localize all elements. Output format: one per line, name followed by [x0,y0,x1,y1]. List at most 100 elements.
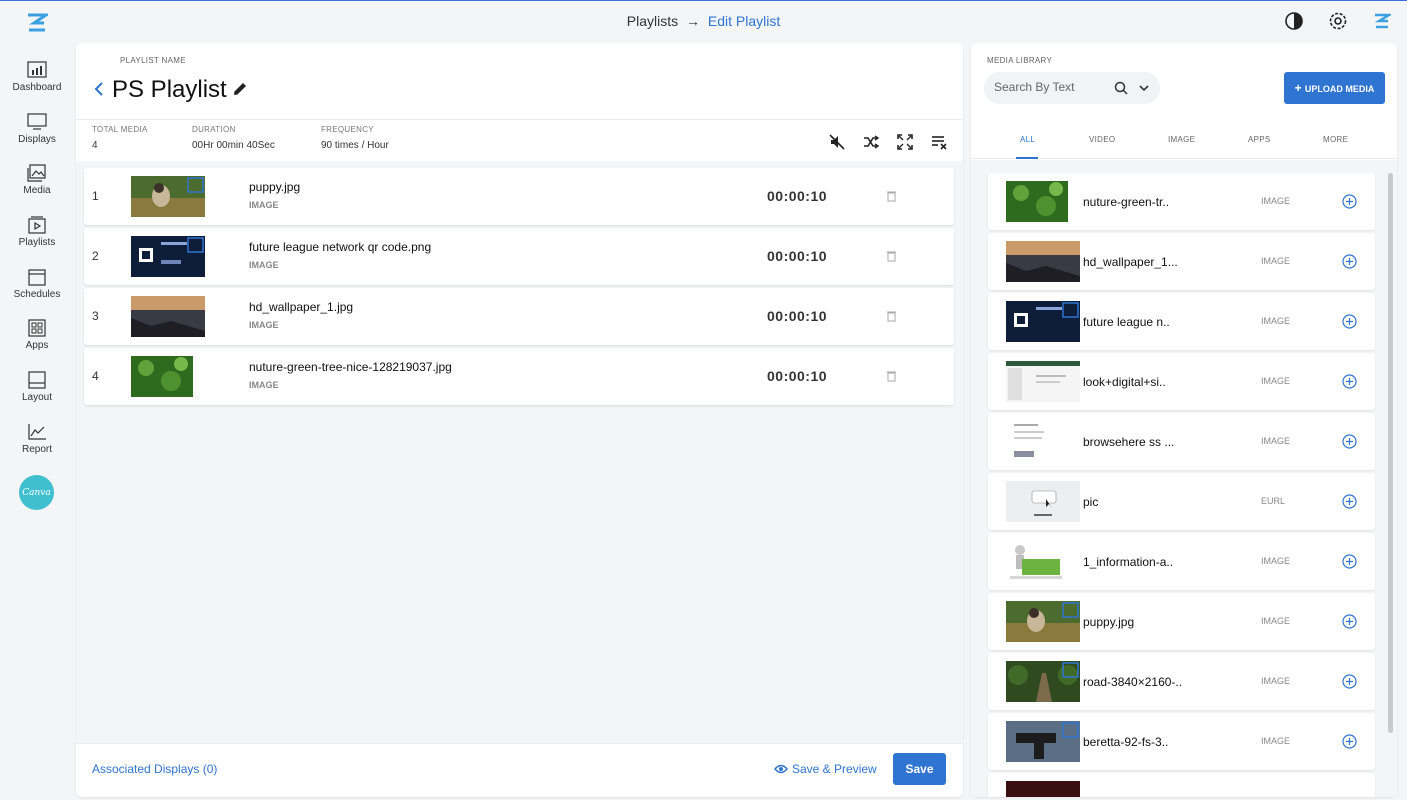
add-circle-icon[interactable] [1342,614,1357,629]
trash-icon[interactable] [886,370,897,382]
item-index: 1 [92,189,99,203]
library-item[interactable]: hd_wallpaper_1... IMAGE [988,233,1375,290]
plus-icon: + [1294,81,1305,95]
media-thumbnail [131,176,205,217]
breadcrumb: Playlists → Edit Playlist [0,13,1407,29]
media-thumbnail [1006,181,1068,222]
back-arrow-icon[interactable] [92,80,106,98]
sidebar-item-playlists[interactable]: Playlists [0,216,74,248]
library-item-type: IMAGE [1261,556,1291,566]
active-tab-indicator [1016,157,1038,159]
media-thumbnail [1006,721,1080,762]
breadcrumb-playlists[interactable]: Playlists [627,13,678,29]
add-circle-icon[interactable] [1342,554,1357,569]
trash-icon[interactable] [886,250,897,262]
add-circle-icon[interactable] [1342,254,1357,269]
add-circle-icon[interactable] [1342,194,1357,209]
item-type: IMAGE [249,200,279,210]
stat-label: FREQUENCY [321,125,374,134]
playlist-item-row[interactable]: 4 nuture-green-tree-nice-128219037.jpg I… [84,348,954,405]
library-item[interactable]: beretta-92-fs-3.. IMAGE [988,713,1375,770]
library-item-type: IMAGE [1261,196,1291,206]
image-icon [27,164,46,182]
library-item-type: IMAGE [1261,676,1291,686]
tab-all[interactable]: ALL [1020,135,1035,144]
trash-icon[interactable] [886,310,897,322]
top-bar: Playlists → Edit Playlist [0,1,1407,41]
item-duration[interactable]: 00:00:10 [767,368,827,384]
save-preview-button[interactable]: Save & Preview [774,762,877,776]
library-item[interactable]: pic EURL [988,473,1375,530]
upload-media-button[interactable]: + UPLOAD MEDIA [1284,72,1385,104]
trash-icon[interactable] [886,190,897,202]
user-avatar-icon[interactable] [1371,10,1393,32]
item-duration[interactable]: 00:00:10 [767,308,827,324]
sidebar-item-label: Schedules [13,289,61,300]
chevron-down-icon[interactable] [1139,84,1149,92]
item-name: future league network qr code.png [249,240,432,254]
library-scrollbar[interactable] [1388,173,1393,733]
sidebar-item-schedules[interactable]: Schedules [0,268,74,300]
library-item[interactable]: road-3840×2160-.. IMAGE [988,653,1375,710]
library-item[interactable]: puppy.jpg IMAGE [988,593,1375,650]
playlist-item-row[interactable]: 3 hd_wallpaper_1.jpg IMAGE 00:00:10 [84,288,954,345]
tab-video[interactable]: VIDEO [1089,135,1115,144]
playlist-item-row[interactable]: 2 future league network qr code.png IMAG… [84,228,954,285]
item-index: 4 [92,369,99,383]
arrow-right-icon: → [686,13,700,29]
playlist-items-list: 1 puppy.jpg IMAGE 00:00:10 2 future leag… [76,161,963,743]
associated-displays-link[interactable]: Associated Displays (0) [92,762,217,776]
sidebar-item-media[interactable]: Media [0,164,74,196]
add-circle-icon[interactable] [1342,374,1357,389]
add-circle-icon[interactable] [1342,434,1357,449]
library-item-name: hd_wallpaper_1... [1083,255,1178,269]
fullscreen-icon[interactable] [895,132,915,152]
sidebar-item-label: Playlists [18,237,56,248]
library-item[interactable]: future league n.. IMAGE [988,293,1375,350]
canva-button[interactable]: Canva [19,475,54,510]
library-item[interactable] [988,773,1375,797]
search-icon[interactable] [1114,81,1128,95]
playlist-item-row[interactable]: 1 puppy.jpg IMAGE 00:00:10 [84,168,954,225]
settings-gear-icon[interactable] [1327,10,1349,32]
shuffle-icon[interactable] [861,132,881,152]
library-item-name: look+digital+si.. [1083,375,1166,389]
playlist-icon [28,216,46,234]
item-type: IMAGE [249,260,279,270]
tab-image[interactable]: IMAGE [1168,135,1195,144]
stat-label: TOTAL MEDIA [92,125,148,134]
playlist-name-caption: PLAYLIST NAME [120,56,186,65]
add-circle-icon[interactable] [1342,734,1357,749]
media-thumbnail [1006,301,1080,342]
item-duration[interactable]: 00:00:10 [767,188,827,204]
add-circle-icon[interactable] [1342,674,1357,689]
tab-apps[interactable]: APPS [1248,135,1271,144]
clear-playlist-icon[interactable] [929,132,949,152]
mute-icon[interactable] [827,132,847,152]
library-item[interactable]: 1_information-a.. IMAGE [988,533,1375,590]
search-input[interactable] [994,80,1109,94]
media-thumbnail [131,296,205,337]
theme-toggle-icon[interactable] [1283,10,1305,32]
library-item-name: future league n.. [1083,315,1170,329]
library-item[interactable]: nuture-green-tr.. IMAGE [988,173,1375,230]
add-circle-icon[interactable] [1342,314,1357,329]
sidebar-item-displays[interactable]: Displays [0,113,74,145]
media-thumbnail [1006,241,1080,282]
tab-more[interactable]: MORE [1323,135,1348,144]
eye-icon [774,764,788,774]
media-thumbnail [1006,361,1080,402]
stat-value: 90 times / Hour [321,140,389,151]
sidebar-item-report[interactable]: Report [0,423,74,455]
library-item[interactable]: look+digital+si.. IMAGE [988,353,1375,410]
edit-pencil-icon[interactable] [231,80,249,98]
calendar-icon [28,269,46,286]
sidebar-item-apps[interactable]: Apps [0,319,74,351]
add-circle-icon[interactable] [1342,494,1357,509]
sidebar-item-dashboard[interactable]: Dashboard [0,61,74,93]
sidebar-item-layout[interactable]: Layout [0,371,74,403]
library-item-type: IMAGE [1261,316,1291,326]
item-duration[interactable]: 00:00:10 [767,248,827,264]
library-item[interactable]: browsehere ss ... IMAGE [988,413,1375,470]
save-button[interactable]: Save [893,753,946,785]
